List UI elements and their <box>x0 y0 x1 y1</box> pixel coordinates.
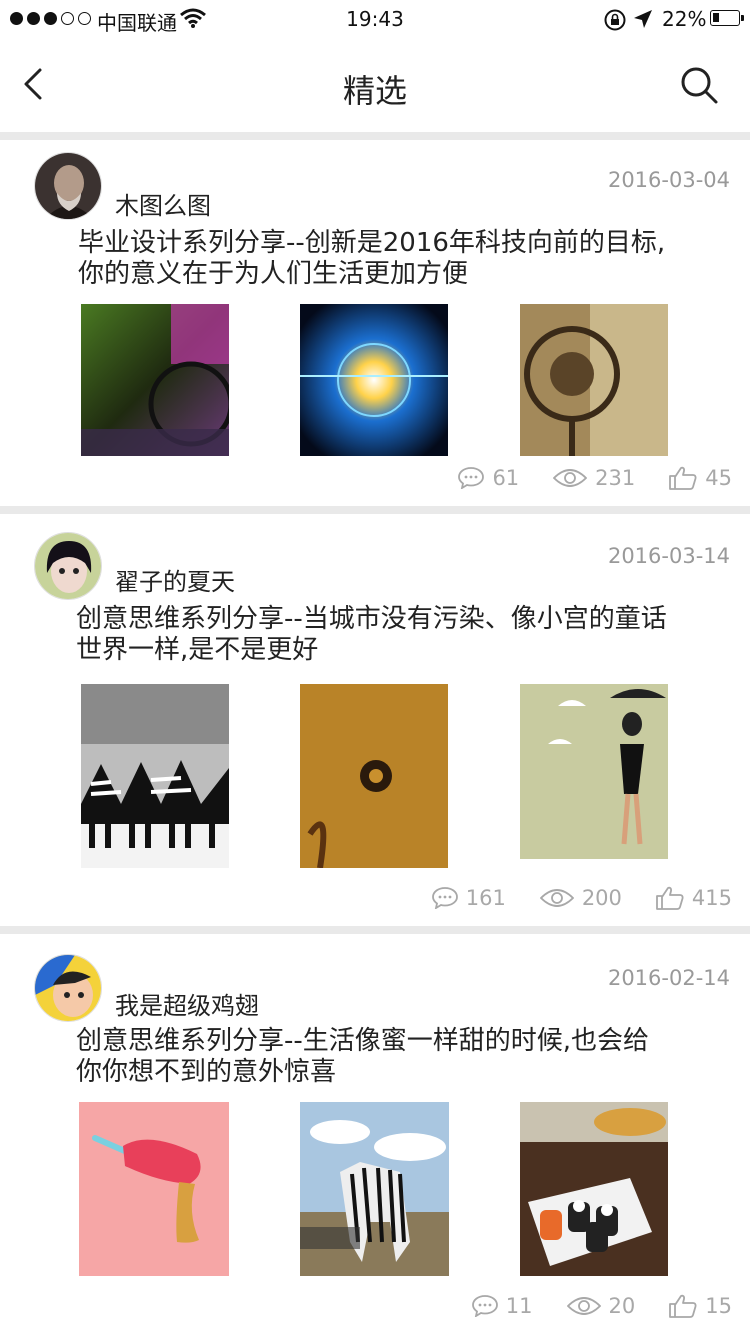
comment-icon <box>431 887 458 909</box>
view-count: 200 <box>539 886 622 910</box>
comment-count[interactable]: 61 <box>458 466 519 490</box>
post-card[interactable]: 木图么图 2016-03-04 毕业设计系列分享--创新是2016年科技向前的目… <box>0 140 750 508</box>
post-card[interactable]: 我是超级鸡翅 2016-02-14 创意思维系列分享--生活像蜜一样甜的时候,也… <box>0 934 750 1334</box>
author-name[interactable]: 我是超级鸡翅 <box>115 986 259 1021</box>
section-divider <box>0 506 750 514</box>
location-arrow-icon <box>634 10 652 28</box>
post-image[interactable] <box>79 1102 229 1276</box>
post-date: 2016-03-04 <box>607 168 730 192</box>
eye-icon <box>539 889 574 907</box>
comment-count[interactable]: 11 <box>471 1294 533 1318</box>
eye-icon <box>566 1297 601 1315</box>
post-image[interactable] <box>520 304 668 456</box>
like-count[interactable]: 15 <box>669 1294 732 1318</box>
post-date: 2016-03-14 <box>607 544 730 568</box>
battery-icon <box>710 10 744 26</box>
post-stats: 61 231 45 <box>424 466 732 490</box>
thumbs-up-icon <box>669 466 697 490</box>
page-title: 精选 <box>342 72 407 110</box>
post-title[interactable]: 毕业设计系列分享--创新是2016年科技向前的目标, 你的意义在于为人们生活更加… <box>78 228 738 290</box>
post-stats: 11 20 15 <box>438 1294 732 1318</box>
view-count: 231 <box>553 466 635 490</box>
post-image[interactable] <box>81 684 229 868</box>
like-count[interactable]: 45 <box>669 466 732 490</box>
post-date: 2016-02-14 <box>607 966 730 990</box>
post-card[interactable]: 翟子的夏天 2016-03-14 创意思维系列分享--当城市没有污染、像小宫的童… <box>0 514 750 928</box>
post-title[interactable]: 创意思维系列分享--当城市没有污染、像小宫的童话 世界一样,是不是更好 <box>76 604 736 666</box>
search-button[interactable] <box>678 64 720 106</box>
status-bar: 中国联通 19:43 22% <box>0 0 750 40</box>
comment-count[interactable]: 161 <box>431 886 506 910</box>
battery-percent: 22% <box>662 7 707 31</box>
post-title[interactable]: 创意思维系列分享--生活像蜜一样甜的时候,也会给 你你想不到的意外惊喜 <box>76 1026 736 1088</box>
view-count: 20 <box>566 1294 635 1318</box>
post-image[interactable] <box>81 304 229 456</box>
post-image[interactable] <box>300 1102 449 1276</box>
like-count[interactable]: 415 <box>656 886 732 910</box>
author-avatar[interactable] <box>34 954 102 1022</box>
comment-icon <box>471 1295 498 1317</box>
author-avatar[interactable] <box>34 532 102 600</box>
post-image[interactable] <box>300 304 448 456</box>
section-divider <box>0 132 750 140</box>
author-avatar[interactable] <box>34 152 102 220</box>
post-stats: 161 200 415 <box>398 886 732 910</box>
thumbs-up-icon <box>656 886 684 910</box>
rotation-lock-icon <box>604 9 626 31</box>
post-image[interactable] <box>520 684 668 859</box>
post-image[interactable] <box>520 1102 668 1276</box>
author-name[interactable]: 木图么图 <box>115 186 211 221</box>
section-divider <box>0 926 750 934</box>
comment-icon <box>458 467 485 489</box>
nav-bar: 精选 <box>0 40 750 134</box>
thumbs-up-icon <box>669 1294 697 1318</box>
author-name[interactable]: 翟子的夏天 <box>115 562 235 597</box>
post-image[interactable] <box>300 684 448 868</box>
eye-icon <box>553 469 588 487</box>
